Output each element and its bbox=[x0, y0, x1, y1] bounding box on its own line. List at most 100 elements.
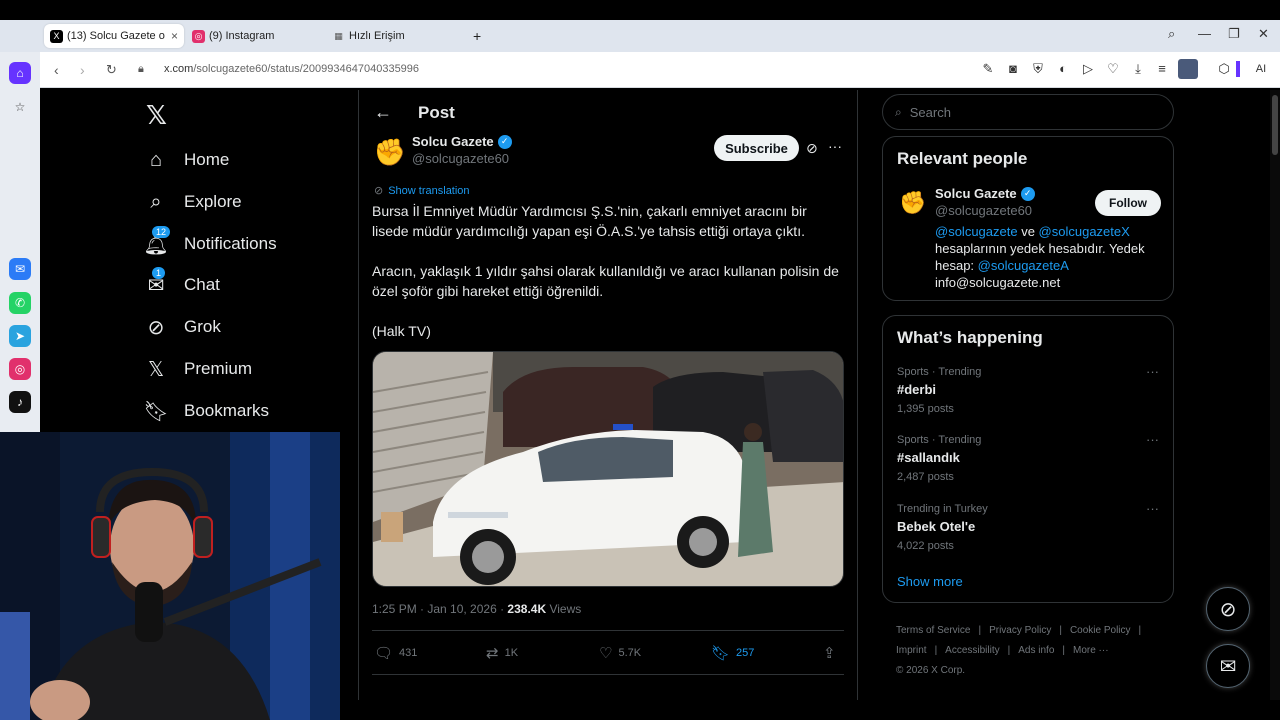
bookmark-button[interactable]: 🔖︎ 257 bbox=[711, 644, 754, 662]
vpn-icon[interactable]: ◐ bbox=[1055, 61, 1071, 77]
bio-link[interactable]: @solcugazeteX bbox=[1039, 224, 1130, 239]
close-window-icon[interactable]: ✕ bbox=[1258, 26, 1269, 42]
more-icon[interactable]: ··· bbox=[1146, 501, 1159, 516]
repost-count: 1K bbox=[504, 647, 519, 659]
nav-label: Chat bbox=[184, 275, 220, 294]
nav-premium[interactable]: 𝕏 Premium bbox=[144, 354, 252, 384]
ai-button[interactable]: AI bbox=[1246, 61, 1276, 77]
post-author[interactable]: ✊ Solcu Gazete ✓ @solcugazete60 bbox=[372, 134, 512, 170]
share-icon: ⇪ bbox=[823, 645, 836, 662]
bottom-strip bbox=[340, 700, 1280, 720]
trend-item[interactable]: Trending in Turkey Bebek Otel'e 4,022 po… bbox=[897, 501, 1159, 552]
x-logo-icon[interactable]: 𝕏 bbox=[146, 100, 167, 131]
footer-link[interactable]: Imprint bbox=[896, 645, 927, 656]
divider bbox=[372, 674, 844, 675]
avatar[interactable]: ✊ bbox=[897, 187, 929, 219]
url-field[interactable]: x.com/solcugazete60/status/2009934647040… bbox=[164, 63, 419, 75]
search-tabs-icon[interactable]: ⌕ bbox=[1168, 26, 1175, 42]
whatsapp-icon[interactable]: ✆ bbox=[9, 292, 31, 314]
trend-name: #derbi bbox=[897, 382, 937, 397]
close-icon[interactable]: × bbox=[171, 29, 178, 43]
avatar[interactable]: ✊ bbox=[372, 134, 408, 170]
footer-more-link[interactable]: More ··· bbox=[1073, 645, 1109, 656]
nav-bookmarks[interactable]: 🔖︎ Bookmarks bbox=[143, 396, 270, 426]
tweet-image[interactable] bbox=[372, 351, 844, 587]
new-tab-button[interactable]: + bbox=[470, 24, 488, 48]
more-icon[interactable]: ··· bbox=[1146, 432, 1159, 447]
reply-count: 431 bbox=[399, 647, 418, 659]
star-icon[interactable]: ☆ bbox=[9, 96, 31, 118]
grok-icon[interactable]: ⊘ bbox=[806, 140, 818, 157]
nav-explore[interactable]: ⌕ Explore bbox=[144, 187, 241, 217]
grok-fab-button[interactable]: ⊘ bbox=[1206, 587, 1250, 631]
repost-button[interactable]: ⇄ 1K bbox=[486, 644, 518, 662]
home-icon[interactable]: ⌂ bbox=[9, 62, 31, 84]
play-icon[interactable]: ▷ bbox=[1080, 61, 1096, 77]
trend-item[interactable]: Sports · Trending #sallandık 2,487 posts… bbox=[897, 432, 1159, 483]
shield-icon[interactable]: ⛨ bbox=[1030, 61, 1046, 77]
tweet-paragraph: (Halk TV) bbox=[372, 323, 431, 339]
tiktok-icon[interactable]: ♪ bbox=[9, 391, 31, 413]
more-icon[interactable]: ··· bbox=[1146, 364, 1159, 379]
back-arrow-icon[interactable]: ← bbox=[374, 102, 392, 123]
show-translation[interactable]: ⊘ Show translation bbox=[374, 184, 470, 198]
post-timestamp[interactable]: 1:25 PM · Jan 10, 2026 · bbox=[372, 602, 507, 616]
tab-quick-access[interactable]: ▦ Hızlı Erişim bbox=[326, 24, 466, 48]
scrollbar[interactable] bbox=[1270, 90, 1280, 700]
heart-icon[interactable]: ♡ bbox=[1105, 61, 1121, 77]
like-button[interactable]: ♡ 5.7K bbox=[599, 644, 641, 662]
telegram-icon[interactable]: ➤ bbox=[9, 325, 31, 347]
follow-button[interactable]: Follow bbox=[1095, 190, 1161, 216]
translate-icon: ⊘ bbox=[374, 185, 384, 197]
footer-link[interactable]: Ads info bbox=[1018, 645, 1054, 656]
footer-link[interactable]: Privacy Policy bbox=[989, 625, 1051, 636]
trend-count: 1,395 posts bbox=[897, 403, 954, 415]
notification-badge: 12 bbox=[152, 226, 171, 238]
camera-icon[interactable]: ◙ bbox=[1005, 61, 1021, 77]
nav-notifications[interactable]: 🔔︎ 12 Notifications bbox=[143, 226, 277, 259]
forward-icon[interactable]: › bbox=[80, 62, 85, 78]
reply-button[interactable]: 🗨︎ 431 bbox=[374, 644, 417, 662]
instagram-icon[interactable]: ◎ bbox=[9, 358, 31, 380]
menu-icon[interactable]: ≡ bbox=[1154, 61, 1170, 77]
mail-icon: ✉ bbox=[1219, 655, 1237, 678]
author-handle[interactable]: @solcugazete60 bbox=[412, 151, 512, 166]
messenger-icon[interactable]: ✉ bbox=[9, 258, 31, 280]
tab-instagram[interactable]: ◎ (9) Instagram bbox=[186, 24, 326, 48]
post-header: ← Post bbox=[374, 102, 455, 123]
tab-x[interactable]: X (13) Solcu Gazete on X: "B × bbox=[44, 24, 184, 48]
profile-avatar[interactable] bbox=[1178, 59, 1198, 79]
author-name[interactable]: Solcu Gazete bbox=[412, 134, 494, 149]
bio-link[interactable]: @solcugazete bbox=[935, 224, 1018, 239]
nav-home[interactable]: ⌂ Home bbox=[144, 145, 229, 175]
share-button[interactable]: ⇪ bbox=[823, 644, 842, 662]
footer-link[interactable]: Cookie Policy bbox=[1070, 625, 1131, 636]
download-icon[interactable]: ⤓ bbox=[1130, 61, 1146, 77]
lock-icon: 🔒︎ bbox=[138, 63, 144, 75]
subscribe-button[interactable]: Subscribe bbox=[714, 135, 799, 161]
scrollbar-thumb[interactable] bbox=[1272, 95, 1278, 155]
back-icon[interactable]: ‹ bbox=[54, 62, 59, 78]
restore-icon[interactable]: ❐ bbox=[1228, 26, 1240, 42]
search-input[interactable]: ⌕ Search bbox=[882, 94, 1174, 130]
tab-label: Hızlı Erişim bbox=[349, 30, 405, 42]
person-name[interactable]: Solcu Gazete bbox=[935, 185, 1017, 202]
more-icon[interactable]: ··· bbox=[828, 138, 842, 154]
nav-chat[interactable]: ✉ 1 Chat bbox=[144, 267, 220, 300]
bio-link[interactable]: @solcugazeteA bbox=[978, 258, 1069, 273]
bio-text: ve bbox=[1017, 224, 1039, 239]
nav-label: Bookmarks bbox=[184, 401, 270, 420]
trend-item[interactable]: Sports · Trending #derbi 1,395 posts ··· bbox=[897, 364, 1159, 415]
reload-icon[interactable]: ↻ bbox=[106, 62, 117, 78]
cube-icon[interactable]: ⬡ bbox=[1216, 61, 1232, 77]
footer-link[interactable]: Terms of Service bbox=[896, 625, 970, 636]
footer-link[interactable]: Accessibility bbox=[945, 645, 999, 656]
messages-fab-button[interactable]: ✉ bbox=[1206, 644, 1250, 688]
nav-grok[interactable]: ⊘ Grok bbox=[144, 312, 221, 342]
edit-icon[interactable]: ✎ bbox=[980, 61, 996, 77]
show-more-link[interactable]: Show more bbox=[897, 574, 963, 589]
trend-name: Bebek Otel'e bbox=[897, 519, 976, 534]
search-placeholder: Search bbox=[909, 104, 951, 120]
minimize-icon[interactable]: — bbox=[1198, 26, 1211, 41]
views-label: Views bbox=[546, 602, 582, 616]
